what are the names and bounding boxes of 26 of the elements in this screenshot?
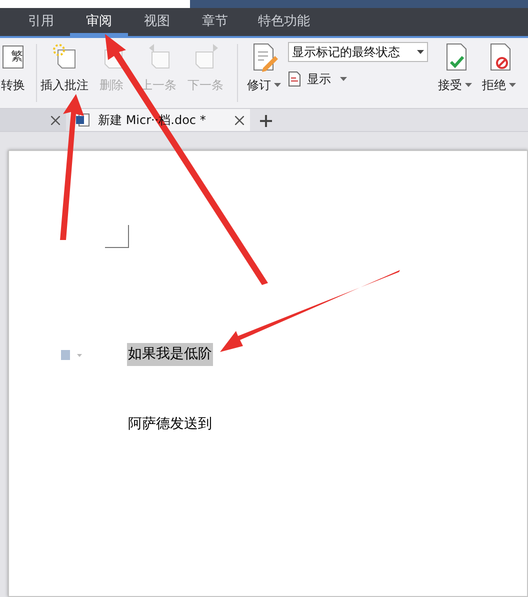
document-tab[interactable] [0, 109, 66, 131]
word-file-icon [76, 113, 90, 127]
close-icon[interactable] [51, 116, 60, 124]
icon-glyph: 繁 [11, 50, 23, 62]
convert-button[interactable]: 繁 转换 [0, 38, 32, 104]
caret-icon [417, 50, 424, 54]
menu-tab[interactable]: 视图 [128, 8, 186, 36]
caret-icon [274, 83, 281, 87]
menu-tab[interactable]: 章节 [186, 8, 244, 36]
accept-button[interactable]: 接受 [433, 38, 477, 104]
track-changes-button[interactable]: 修订 [244, 38, 284, 104]
comment-button[interactable]: 插入批注 [41, 38, 88, 104]
plus-icon[interactable] [260, 115, 272, 127]
paragraph-layout-icon [61, 350, 83, 360]
reject-button[interactable]: 拒绝 [477, 38, 521, 104]
margin-corner-mark [105, 225, 129, 248]
caret-icon [509, 83, 516, 87]
show-button[interactable]: 显示 [288, 70, 347, 88]
close-icon[interactable] [235, 116, 244, 124]
menu-tab[interactable]: 特色功能 [244, 8, 324, 36]
caret-icon [340, 77, 347, 81]
markup-dropdown[interactable]: 显示标记的最终状态 [288, 42, 428, 62]
paragraph-text: 如果我是低阶 [127, 343, 213, 366]
caret-icon [465, 83, 472, 87]
paragraph-text: 阿萨德发送到 [127, 415, 213, 434]
menu-tab[interactable]: 引用 [12, 8, 70, 36]
